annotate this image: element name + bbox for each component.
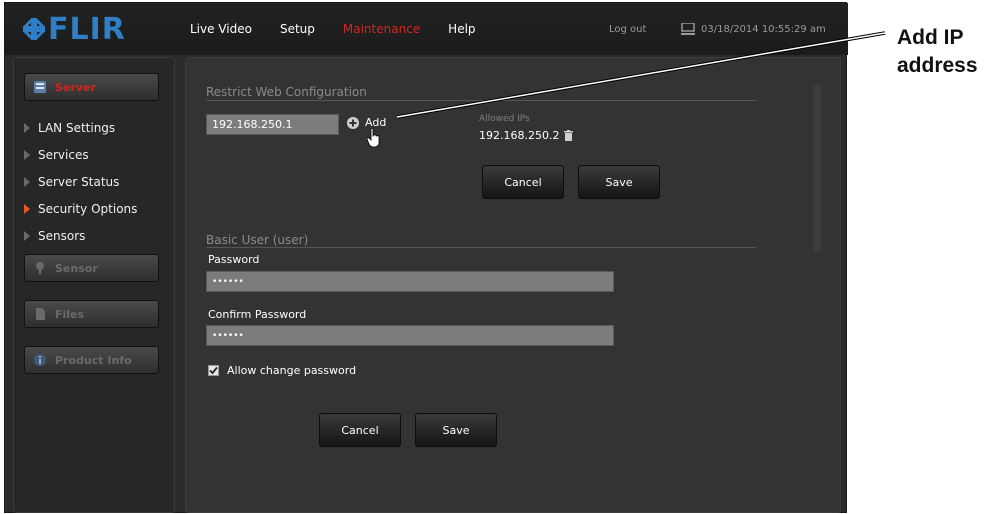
- allow-change-password-option[interactable]: Allow change password: [208, 364, 356, 377]
- top-bar: FLIR Live Video Setup Maintenance Help L…: [5, 3, 848, 55]
- arrow-right-icon: [24, 150, 30, 161]
- menu-item-sensors[interactable]: Sensors: [24, 222, 137, 249]
- sidebar-button-label: Files: [55, 307, 85, 321]
- menu-item-label: Server Status: [38, 174, 120, 189]
- trash-icon[interactable]: [564, 130, 574, 141]
- server-submenu: LAN Settings Services Server Status Secu…: [24, 115, 137, 249]
- server-icon: [34, 81, 46, 93]
- password-label: Password: [208, 253, 260, 266]
- nav-live-video[interactable]: Live Video: [190, 22, 252, 36]
- allowed-ips-heading: Allowed IPs: [479, 114, 530, 124]
- arrow-right-icon: [24, 230, 30, 241]
- basic-user-save-button[interactable]: Save: [415, 413, 497, 447]
- hand-cursor-icon: [367, 128, 380, 148]
- menu-item-server-status[interactable]: Server Status: [24, 169, 137, 196]
- restrict-section-title: Restrict Web Configuration: [206, 85, 367, 99]
- section-divider: [206, 247, 756, 248]
- sidebar-button-files[interactable]: Files: [24, 300, 159, 328]
- arrow-right-icon: [24, 203, 30, 214]
- sidebar-button-label: Product Info: [55, 353, 132, 367]
- flir-logo: FLIR: [23, 11, 126, 47]
- brand-name: FLIR: [48, 11, 126, 47]
- allowed-ip-entry: 192.168.250.2: [479, 129, 574, 142]
- logout-link[interactable]: Log out: [609, 3, 646, 55]
- confirm-password-label: Confirm Password: [208, 308, 307, 321]
- menu-item-label: Security Options: [38, 201, 138, 216]
- allow-change-password-label: Allow change password: [227, 364, 357, 377]
- confirm-password-input[interactable]: ••••••: [206, 325, 614, 346]
- annotation-line-1: Add IP: [897, 26, 964, 49]
- info-icon: [34, 354, 46, 366]
- menu-item-label: LAN Settings: [38, 121, 116, 136]
- allowed-ip-value: 192.168.250.2: [479, 129, 560, 142]
- menu-item-label: Sensors: [38, 228, 86, 243]
- sidebar-button-product-info[interactable]: Product Info: [24, 346, 159, 374]
- sidebar: Server LAN Settings Services Server Stat…: [13, 57, 175, 513]
- scrollbar[interactable]: [813, 85, 821, 252]
- menu-item-label: Services: [38, 148, 89, 163]
- app-window: FLIR Live Video Setup Maintenance Help L…: [4, 2, 848, 513]
- flir-mark-icon: [23, 18, 45, 40]
- sidebar-button-server[interactable]: Server: [24, 73, 159, 101]
- nav-help[interactable]: Help: [448, 22, 475, 36]
- checkbox-checked-icon[interactable]: [208, 365, 219, 376]
- file-icon: [36, 308, 45, 320]
- restrict-save-button[interactable]: Save: [578, 165, 660, 199]
- main-nav: Live Video Setup Maintenance Help: [190, 3, 504, 55]
- sidebar-button-label: Server: [55, 80, 96, 94]
- sidebar-button-label: Sensor: [55, 261, 98, 275]
- plus-circle-icon: [347, 116, 359, 129]
- computer-icon: [681, 23, 695, 35]
- ip-address-input[interactable]: 192.168.250.1: [206, 114, 339, 135]
- sensor-icon: [36, 262, 44, 274]
- basic-user-section-title: Basic User (user): [206, 233, 309, 247]
- annotation-line-2: address: [897, 54, 978, 77]
- section-divider: [206, 100, 756, 101]
- nav-maintenance[interactable]: Maintenance: [343, 22, 420, 36]
- nav-setup[interactable]: Setup: [280, 22, 315, 36]
- menu-item-security-options[interactable]: Security Options: [24, 195, 137, 222]
- datetime-display: 03/18/2014 10:55:29 am: [681, 3, 826, 55]
- menu-item-services[interactable]: Services: [24, 142, 137, 169]
- password-input[interactable]: ••••••: [206, 271, 614, 292]
- basic-user-cancel-button[interactable]: Cancel: [319, 413, 401, 447]
- sidebar-button-sensor[interactable]: Sensor: [24, 254, 159, 282]
- arrow-right-icon: [24, 176, 30, 187]
- menu-item-lan-settings[interactable]: LAN Settings: [24, 115, 137, 142]
- restrict-cancel-button[interactable]: Cancel: [482, 165, 564, 199]
- datetime-text: 03/18/2014 10:55:29 am: [701, 23, 826, 35]
- arrow-right-icon: [24, 123, 30, 134]
- main-panel: Restrict Web Configuration 192.168.250.1…: [185, 57, 841, 513]
- annotation-label: Add IP address: [897, 24, 991, 80]
